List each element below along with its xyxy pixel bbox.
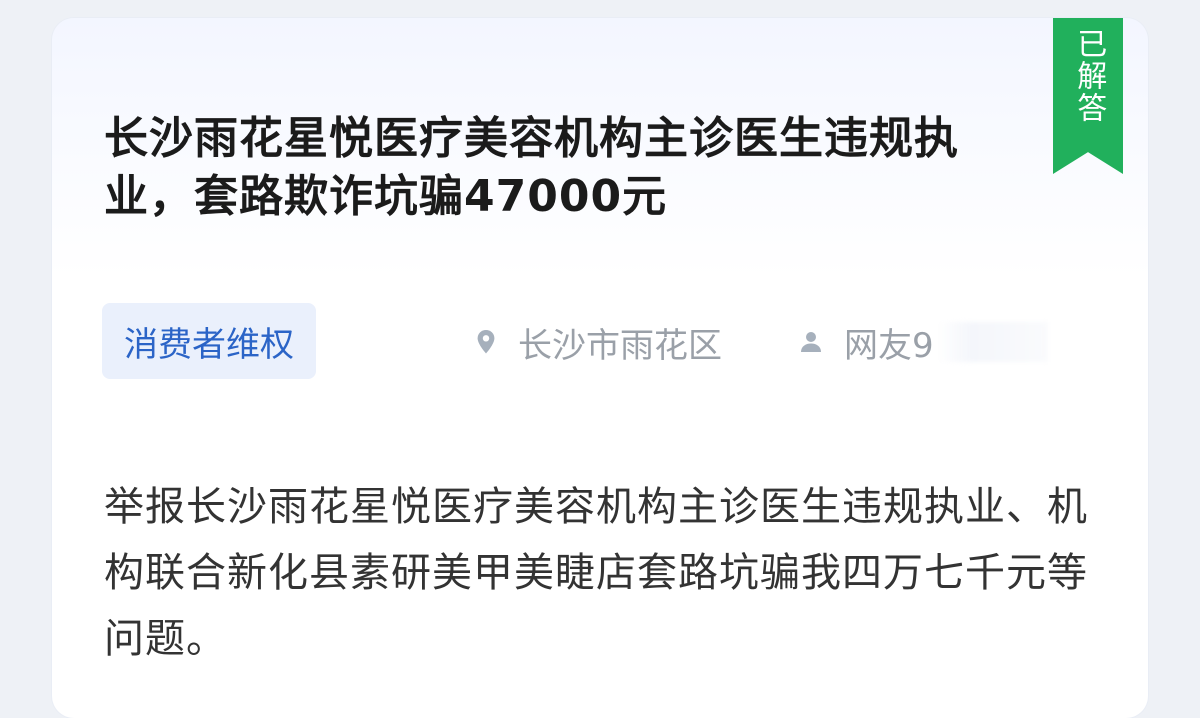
complaint-body: 举报长沙雨花星悦医疗美容机构主诊医生违规执业、机构联合新化县素研美甲美睫店套路坑… [104,484,1088,662]
category-tag[interactable]: 消费者维权 [102,303,316,379]
redacted-blur [937,322,1048,362]
user-icon [801,332,821,352]
location-pin-icon [477,330,495,354]
location-text: 长沙市雨花区 [518,325,722,366]
author-name: 网友9 [844,325,934,366]
complaint-title: 长沙雨花星悦医疗美容机构主诊医生违规执业，套路欺诈坑骗47000元 [104,113,959,222]
location-meta: 长沙市雨花区 [476,316,722,368]
status-badge-label: 已解答 [1071,28,1107,124]
author-meta: 网友9 [800,316,1100,368]
status-badge: 已解答 [1053,18,1123,174]
